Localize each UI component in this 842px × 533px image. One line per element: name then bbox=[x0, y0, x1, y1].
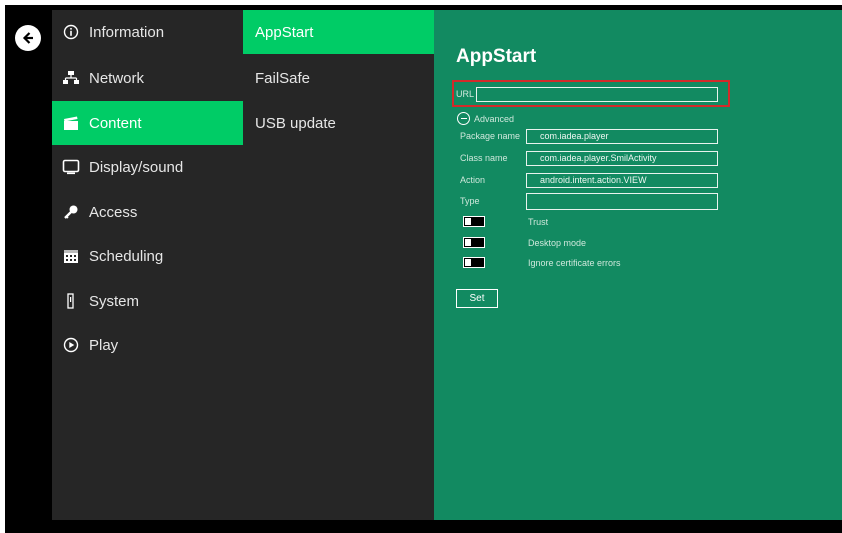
nav-item-label: Network bbox=[89, 69, 145, 87]
nav-item-content[interactable]: Content bbox=[52, 101, 243, 145]
package-name-field[interactable]: com.iadea.player bbox=[526, 129, 718, 144]
key-icon bbox=[62, 203, 80, 221]
class-name-field[interactable]: com.iadea.player.SmilActivity bbox=[526, 151, 718, 166]
subnav-item-label: AppStart bbox=[255, 23, 314, 41]
trust-label: Trust bbox=[528, 217, 549, 227]
nav-item-information[interactable]: Information bbox=[52, 10, 243, 54]
nav-item-access[interactable]: Access bbox=[52, 190, 243, 234]
subnav-item-appstart[interactable]: AppStart bbox=[243, 10, 434, 54]
play-icon bbox=[62, 336, 80, 354]
subnav-item-usb-update[interactable]: USB update bbox=[243, 101, 434, 145]
nav-item-label: Scheduling bbox=[89, 247, 164, 265]
desktop-mode-label: Desktop mode bbox=[528, 238, 587, 248]
ignore-cert-errors-label: Ignore certificate errors bbox=[528, 258, 621, 268]
package-name-label: Package name bbox=[460, 131, 521, 141]
nav-item-label: Access bbox=[89, 203, 138, 221]
network-icon bbox=[62, 69, 80, 87]
arrow-left-icon bbox=[22, 32, 33, 44]
nav-item-play[interactable]: Play bbox=[52, 323, 243, 367]
collapse-icon bbox=[457, 112, 470, 125]
advanced-label: Advanced bbox=[474, 113, 515, 124]
nav-item-display-sound[interactable]: Display/sound bbox=[52, 145, 243, 189]
action-field[interactable]: android.intent.action.VIEW bbox=[526, 173, 718, 188]
subnav-item-label: USB update bbox=[255, 114, 336, 132]
nav-item-label: Display/sound bbox=[89, 158, 184, 176]
nav-item-network[interactable]: Network bbox=[52, 56, 243, 100]
trust-toggle[interactable] bbox=[463, 216, 485, 227]
content-subnavigation: AppStart FailSafe USB update bbox=[243, 10, 434, 520]
monitor-icon bbox=[62, 158, 80, 176]
calendar-icon bbox=[62, 247, 80, 265]
subnav-item-failsafe[interactable]: FailSafe bbox=[243, 56, 434, 100]
app-window: Information Network Content Display/soun… bbox=[5, 5, 842, 533]
set-button[interactable]: Set bbox=[456, 289, 498, 308]
action-label: Action bbox=[460, 175, 486, 185]
desktop-mode-toggle[interactable] bbox=[463, 237, 485, 248]
advanced-toggle[interactable]: Advanced bbox=[457, 112, 514, 125]
nav-item-label: Content bbox=[89, 114, 142, 132]
appstart-panel: AppStart URL Advanced Package name com.i… bbox=[434, 10, 842, 520]
url-label: URL bbox=[456, 89, 475, 99]
info-icon bbox=[62, 23, 80, 41]
subnav-item-label: FailSafe bbox=[255, 69, 311, 87]
device-icon bbox=[62, 292, 80, 310]
nav-item-label: Play bbox=[89, 336, 119, 354]
nav-item-system[interactable]: System bbox=[52, 279, 243, 323]
back-button[interactable] bbox=[15, 25, 41, 51]
nav-item-label: System bbox=[89, 292, 140, 310]
type-field[interactable] bbox=[526, 193, 718, 210]
class-name-label: Class name bbox=[460, 153, 508, 163]
page-title: AppStart bbox=[456, 46, 537, 67]
ignore-cert-errors-toggle[interactable] bbox=[463, 257, 485, 268]
nav-item-scheduling[interactable]: Scheduling bbox=[52, 234, 243, 278]
url-input[interactable] bbox=[476, 87, 718, 102]
nav-item-label: Information bbox=[89, 23, 165, 41]
main-navigation: Information Network Content Display/soun… bbox=[52, 10, 243, 520]
clapperboard-icon bbox=[62, 114, 80, 132]
type-label: Type bbox=[460, 196, 480, 206]
